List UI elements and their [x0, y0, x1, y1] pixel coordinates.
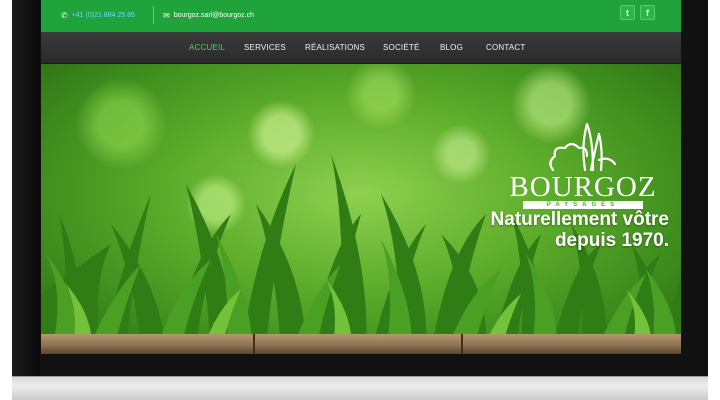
envelope-icon: ✉ — [163, 10, 170, 20]
tagline-line-1: Naturellement vôtre — [490, 209, 669, 230]
website-screen: ✆ +41 (0)21 884 25 85 ✉ bourgoz.sarl@bou… — [41, 0, 681, 354]
wooden-planks — [41, 334, 681, 354]
top-contact-bar: ✆ +41 (0)21 884 25 85 ✉ bourgoz.sarl@bou… — [41, 0, 681, 32]
phone-contact[interactable]: ✆ +41 (0)21 884 25 85 — [61, 9, 135, 21]
nav-item-contact[interactable]: CONTACT — [486, 43, 525, 52]
nav-item-societe[interactable]: SOCIÉTÉ — [383, 43, 420, 52]
main-navigation: ACCUEIL SERVICES RÉALISATIONS SOCIÉTÉ BL… — [41, 32, 681, 64]
plank-divider — [461, 334, 463, 354]
facebook-icon[interactable]: f — [640, 5, 655, 20]
email-contact[interactable]: ✉ bourgoz.sarl@bourgoz.ch — [163, 9, 254, 21]
tagline-line-2: depuis 1970. — [554, 230, 669, 251]
topbar-divider — [153, 6, 154, 24]
nav-item-blog[interactable]: BLOG — [440, 43, 463, 52]
nav-item-accueil[interactable]: ACCUEIL — [189, 43, 225, 52]
twitter-icon[interactable]: t — [620, 5, 635, 20]
hero-banner: BOURGOZ PAYSAGES Naturellement vôtre dep… — [41, 64, 681, 354]
phone-number: +41 (0)21 884 25 85 — [71, 11, 135, 19]
logo-subtitle: PAYSAGES — [546, 202, 620, 208]
email-address: bourgoz.sarl@bourgoz.ch — [173, 11, 254, 19]
nav-item-services[interactable]: SERVICES — [244, 43, 286, 52]
tree-emblem-icon — [549, 122, 617, 172]
hero-tagline: Naturellement vôtre depuis 1970. — [409, 209, 669, 251]
phone-icon: ✆ — [61, 10, 68, 20]
logo-wordmark[interactable]: BOURGOZ — [503, 172, 663, 202]
nav-item-realisations[interactable]: RÉALISATIONS — [305, 43, 365, 52]
apple-logo-icon — [356, 384, 364, 400]
plank-divider — [253, 334, 255, 354]
